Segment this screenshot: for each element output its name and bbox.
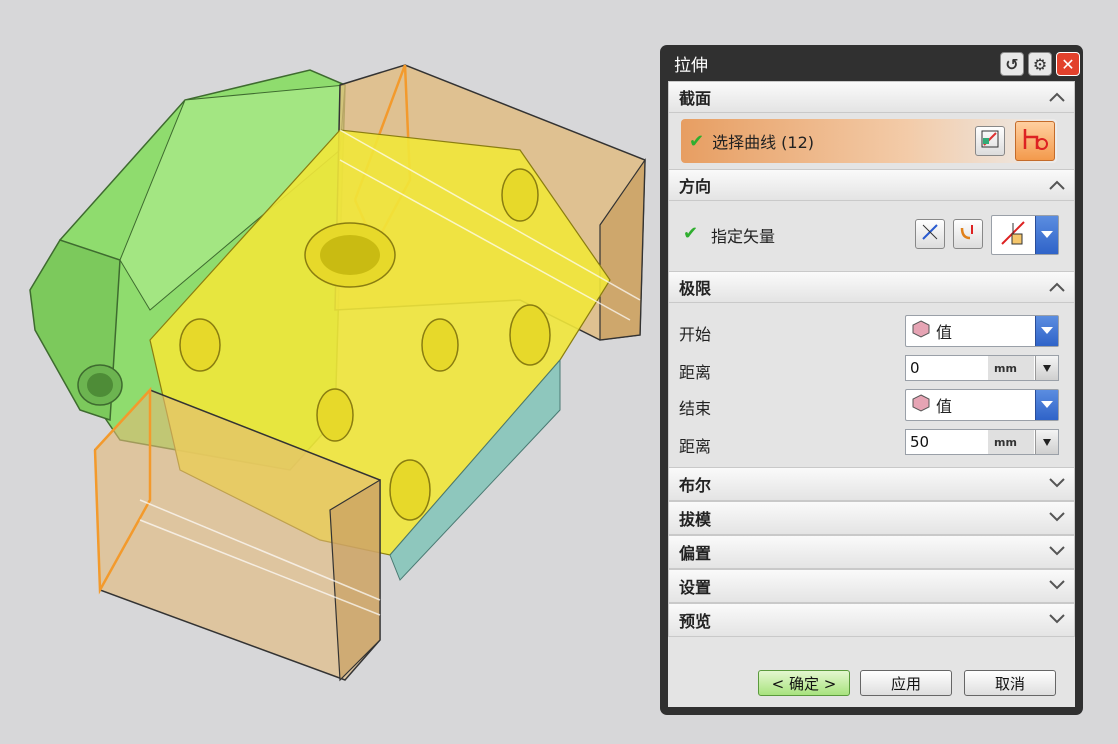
start-option-value: 值 (936, 323, 953, 342)
offset-label: 偏置 (679, 544, 712, 563)
start-distance-menu-button[interactable] (1035, 356, 1058, 380)
specify-vector-label: 指定矢量 (711, 227, 776, 246)
sketch-section-icon (980, 129, 1000, 153)
chevron-down-icon[interactable] (1046, 539, 1068, 563)
dialog-titlebar[interactable]: 拉伸 ↺ ⚙ ✕ (668, 45, 1080, 81)
close-icon: ✕ (1061, 54, 1075, 74)
reverse-direction-button[interactable] (953, 219, 983, 249)
start-option-dropdown[interactable]: 值 (905, 315, 1059, 347)
end-option-value: 值 (936, 397, 953, 416)
curve-select-button[interactable] (1015, 121, 1055, 161)
section-header-offset[interactable]: 偏置 (668, 535, 1075, 569)
end-distance-input[interactable]: 50 mm (905, 429, 1059, 455)
cancel-button[interactable]: 取消 (964, 670, 1056, 696)
boolean-label: 布尔 (679, 476, 712, 495)
preview-label: 预览 (679, 612, 712, 631)
check-icon: ✔ (689, 130, 705, 152)
ok-button[interactable]: < 确定 > (758, 670, 850, 696)
end-label: 结束 (679, 399, 712, 418)
extrude-dialog: 拉伸 ↺ ⚙ ✕ 截面 ✔ 选择曲线 (12) 方向 ✔ 指定矢量 极限 开始 … (660, 45, 1083, 715)
vector-type-icon (998, 218, 1028, 252)
settings-label: 设置 (679, 578, 712, 597)
start-distance-unit: mm (988, 356, 1034, 380)
end-distance-menu-button[interactable] (1035, 430, 1058, 454)
chevron-down-icon[interactable] (1046, 471, 1068, 495)
section-header-section[interactable]: 截面 (668, 81, 1075, 113)
draft-label: 拔模 (679, 510, 712, 529)
start-distance-input[interactable]: 0 mm (905, 355, 1059, 381)
sketch-section-button[interactable] (975, 126, 1005, 156)
cad-viewport[interactable] (0, 0, 660, 744)
value-icon (912, 320, 930, 342)
chevron-down-icon[interactable] (1035, 216, 1058, 254)
section-body: ✔ 选择曲线 (12) (668, 113, 1075, 169)
section-header-direction[interactable]: 方向 (668, 169, 1075, 201)
direction-label: 方向 (679, 177, 712, 196)
chevron-up-icon[interactable] (1046, 173, 1068, 197)
vector-dialog-icon (920, 222, 940, 246)
end-option-dropdown[interactable]: 值 (905, 389, 1059, 421)
section-header-boolean[interactable]: 布尔 (668, 467, 1075, 501)
vector-dialog-button[interactable] (915, 219, 945, 249)
vector-type-dropdown[interactable] (991, 215, 1059, 255)
reverse-direction-icon (958, 222, 978, 246)
start-distance-value[interactable]: 0 (910, 359, 920, 377)
limits-label: 极限 (679, 279, 712, 298)
limits-body: 开始 值 距离 0 mm 结束 值 距离 50 mm (668, 303, 1075, 467)
end-distance-value[interactable]: 50 (910, 433, 929, 451)
curve-select-icon (1021, 125, 1049, 157)
close-button[interactable]: ✕ (1056, 52, 1080, 76)
chevron-down-icon[interactable] (1046, 607, 1068, 631)
section-header-settings[interactable]: 设置 (668, 569, 1075, 603)
model-view[interactable] (0, 0, 660, 744)
chevron-down-icon[interactable] (1035, 390, 1058, 420)
direction-body: ✔ 指定矢量 (668, 201, 1075, 271)
chevron-up-icon[interactable] (1046, 85, 1068, 109)
reset-icon: ↺ (1005, 54, 1019, 74)
section-header-draft[interactable]: 拔模 (668, 501, 1075, 535)
chevron-down-icon[interactable] (1035, 316, 1058, 346)
chevron-down-icon[interactable] (1046, 505, 1068, 529)
chevron-up-icon[interactable] (1046, 275, 1068, 299)
settings-icon: ⚙ (1032, 54, 1048, 74)
dialog-body: 截面 ✔ 选择曲线 (12) 方向 ✔ 指定矢量 极限 开始 值 距离 0 mm… (668, 81, 1075, 707)
settings-button[interactable]: ⚙ (1028, 52, 1052, 76)
section-label: 截面 (679, 89, 712, 108)
apply-button[interactable]: 应用 (860, 670, 952, 696)
start-label: 开始 (679, 325, 712, 344)
dialog-title: 拉伸 (674, 55, 708, 76)
value-icon (912, 394, 930, 416)
section-header-limits[interactable]: 极限 (668, 271, 1075, 303)
chevron-down-icon[interactable] (1046, 573, 1068, 597)
start-distance-label: 距离 (679, 363, 712, 382)
check-icon: ✔ (683, 223, 699, 244)
section-header-preview[interactable]: 预览 (668, 603, 1075, 637)
end-distance-label: 距离 (679, 437, 712, 456)
end-distance-unit: mm (988, 430, 1034, 454)
reset-button[interactable]: ↺ (1000, 52, 1024, 76)
select-curve-label: 选择曲线 (12) (712, 133, 815, 152)
